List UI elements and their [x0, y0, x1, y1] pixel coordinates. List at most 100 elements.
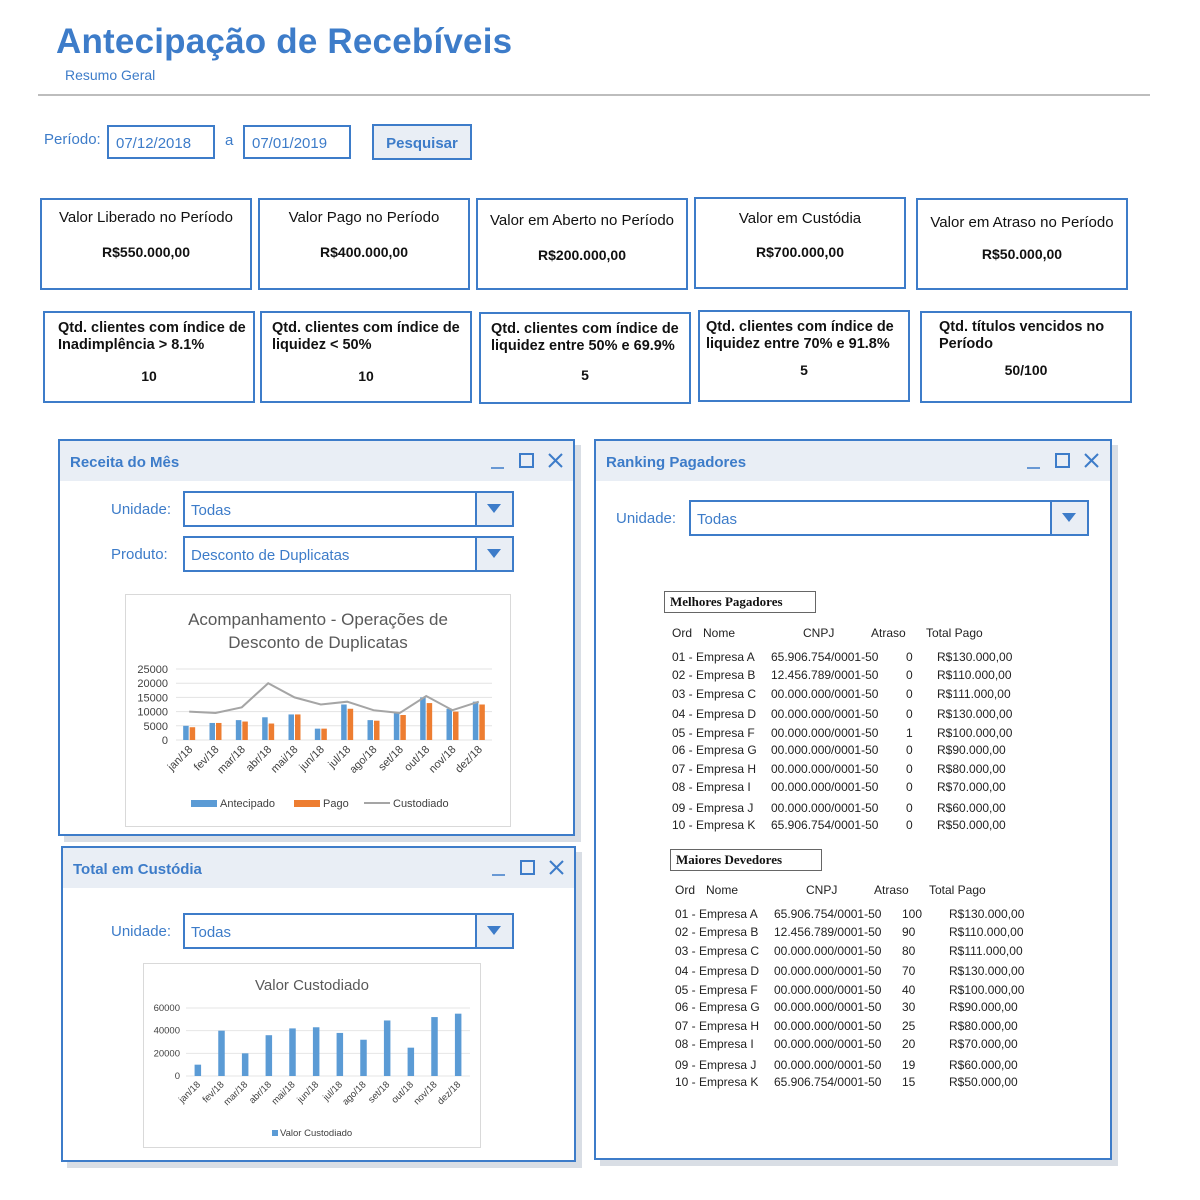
cnpj-cell: 65.906.754/0001-50 — [771, 818, 879, 832]
cnpj-cell: 00.000.000/0001-50 — [771, 687, 879, 701]
panel-title: Receita do Mês — [70, 454, 180, 471]
cnpj-cell: 00.000.000/0001-50 — [774, 1037, 882, 1051]
kpi-value: R$700.000,00 — [756, 244, 844, 260]
total-cell: R$111.000,00 — [949, 944, 1023, 958]
end-date-input[interactable]: 07/01/2019 — [243, 125, 351, 159]
period-separator: a — [225, 132, 234, 149]
y-tick-label: 5000 — [144, 721, 168, 733]
bar-pago — [426, 703, 433, 740]
header-divider — [38, 94, 1150, 96]
kpi-valor-pago: Valor Pago no Período R$400.000,00 — [258, 198, 470, 290]
dropdown-button[interactable] — [475, 538, 512, 570]
name-cell: 04 - Empresa D — [672, 707, 757, 721]
custodia-chart-svg: Valor Custodiado6000040000200000jan/18fe… — [154, 977, 470, 1139]
counter-value: 50/100 — [1004, 362, 1048, 378]
cnpj-cell: 00.000.000/0001-50 — [774, 1000, 882, 1014]
total-cell: R$130.000,00 — [937, 650, 1013, 664]
unidade-select[interactable]: Todas — [183, 913, 514, 949]
page-subtitle: Resumo Geral — [65, 67, 156, 83]
minimize-icon[interactable] — [488, 451, 508, 471]
name-cell: 05 - Empresa F — [672, 726, 755, 740]
kpi-valor-custodia: Valor em Custódia R$700.000,00 — [694, 197, 906, 289]
column-header: Nome — [703, 626, 736, 640]
maximize-icon[interactable] — [1053, 451, 1073, 471]
name-cell: 05 - Empresa F — [675, 983, 758, 997]
atraso-cell: 40 — [902, 983, 916, 997]
x-tick-label: abr/18 — [247, 1079, 274, 1106]
unidade-select[interactable]: Todas — [689, 500, 1089, 536]
counter-inadimplencia: Qtd. clientes com índice de Inadimplênci… — [43, 311, 255, 403]
legend-swatch-pago — [294, 800, 320, 807]
dropdown-button[interactable] — [1050, 502, 1087, 534]
x-tick-label: mar/18 — [215, 744, 248, 777]
legend-label: Antecipado — [220, 798, 275, 810]
cnpj-cell: 12.456.789/0001-50 — [774, 925, 882, 939]
x-tick-label: nov/18 — [427, 744, 459, 776]
atraso-cell: 0 — [906, 762, 913, 776]
total-cell: R$60.000,00 — [937, 801, 1006, 815]
x-tick-label: abr/18 — [244, 744, 275, 775]
maximize-icon[interactable] — [517, 451, 537, 471]
cnpj-cell: 65.906.754/0001-50 — [771, 650, 879, 664]
x-tick-label: mar/18 — [222, 1079, 251, 1108]
unidade-select[interactable]: Todas — [183, 491, 514, 527]
bar-pago — [295, 714, 301, 740]
total-cell: R$70.000,00 — [949, 1037, 1018, 1051]
total-cell: R$100.000,00 — [949, 983, 1025, 997]
total-cell: R$50.000,00 — [937, 818, 1006, 832]
atraso-cell: 0 — [906, 707, 913, 721]
atraso-cell: 70 — [902, 964, 916, 978]
legend-label: Valor Custodiado — [280, 1128, 352, 1139]
counter-liquidez-50: Qtd. clientes com índice de liquidez < 5… — [260, 311, 472, 403]
close-icon[interactable] — [1082, 451, 1102, 471]
kpi-value: R$200.000,00 — [538, 247, 626, 263]
column-header: Nome — [706, 883, 739, 897]
minimize-icon[interactable] — [1024, 451, 1044, 471]
kpi-value: R$50.000,00 — [981, 246, 1063, 262]
x-tick-label: jun/18 — [297, 744, 327, 774]
total-cell: R$100.000,00 — [937, 726, 1013, 740]
chart-title: Desconto de Duplicatas — [228, 633, 408, 652]
bar-valor-custodiado — [407, 1047, 415, 1076]
produto-select[interactable]: Desconto de Duplicatas — [183, 536, 514, 572]
x-tick-label: nov/18 — [412, 1079, 440, 1107]
close-icon[interactable] — [546, 451, 566, 471]
x-tick-label: ago/18 — [340, 1079, 368, 1107]
kpi-label: Valor em Custódia — [738, 210, 862, 227]
column-header: Ord — [672, 626, 693, 640]
total-cell: R$90.000,00 — [937, 743, 1006, 757]
close-icon[interactable] — [547, 858, 567, 878]
dropdown-button[interactable] — [475, 915, 512, 947]
y-tick-label: 10000 — [137, 707, 168, 719]
column-header: Total Pago — [926, 626, 983, 640]
custodia-chart: Valor Custodiado 60000 40000 20000 0 jan/18 fe… — [143, 963, 481, 1148]
atraso-cell: 15 — [902, 1075, 916, 1089]
bar-pago — [216, 722, 222, 740]
atraso-cell: 1 — [906, 726, 913, 740]
panel-header: Total em Custódia — [63, 848, 574, 888]
line-custodiado — [189, 681, 480, 715]
cnpj-cell: 00.000.000/0001-50 — [774, 1058, 882, 1072]
kpi-label: Valor Pago no Período — [288, 209, 440, 226]
minimize-icon[interactable] — [489, 858, 509, 878]
start-date-input[interactable]: 07/12/2018 — [107, 125, 215, 159]
counter-label-line2: Período — [939, 336, 993, 352]
bar-pago — [479, 704, 485, 740]
total-cell: R$111.000,00 — [937, 687, 1011, 701]
x-tick-label: mai/18 — [269, 744, 301, 776]
cnpj-cell: 12.456.789/0001-50 — [771, 668, 879, 682]
bar-pago — [400, 715, 406, 740]
chevron-down-icon — [487, 504, 501, 513]
bar-antecipado — [446, 708, 452, 740]
dropdown-button[interactable] — [475, 493, 512, 525]
bar-valor-custodiado — [265, 1035, 273, 1076]
search-button[interactable]: Pesquisar — [372, 124, 472, 160]
total-cell: R$50.000,00 — [949, 1075, 1018, 1089]
y-tick-label: 25000 — [137, 664, 168, 676]
bar-antecipado — [314, 728, 321, 740]
name-cell: 01 - Empresa A — [675, 907, 758, 921]
x-tick-label: jan/18 — [176, 1079, 203, 1106]
page-title: Antecipação de Recebíveis — [56, 22, 513, 61]
cnpj-cell: 00.000.000/0001-50 — [774, 1019, 882, 1033]
maximize-icon[interactable] — [518, 858, 538, 878]
